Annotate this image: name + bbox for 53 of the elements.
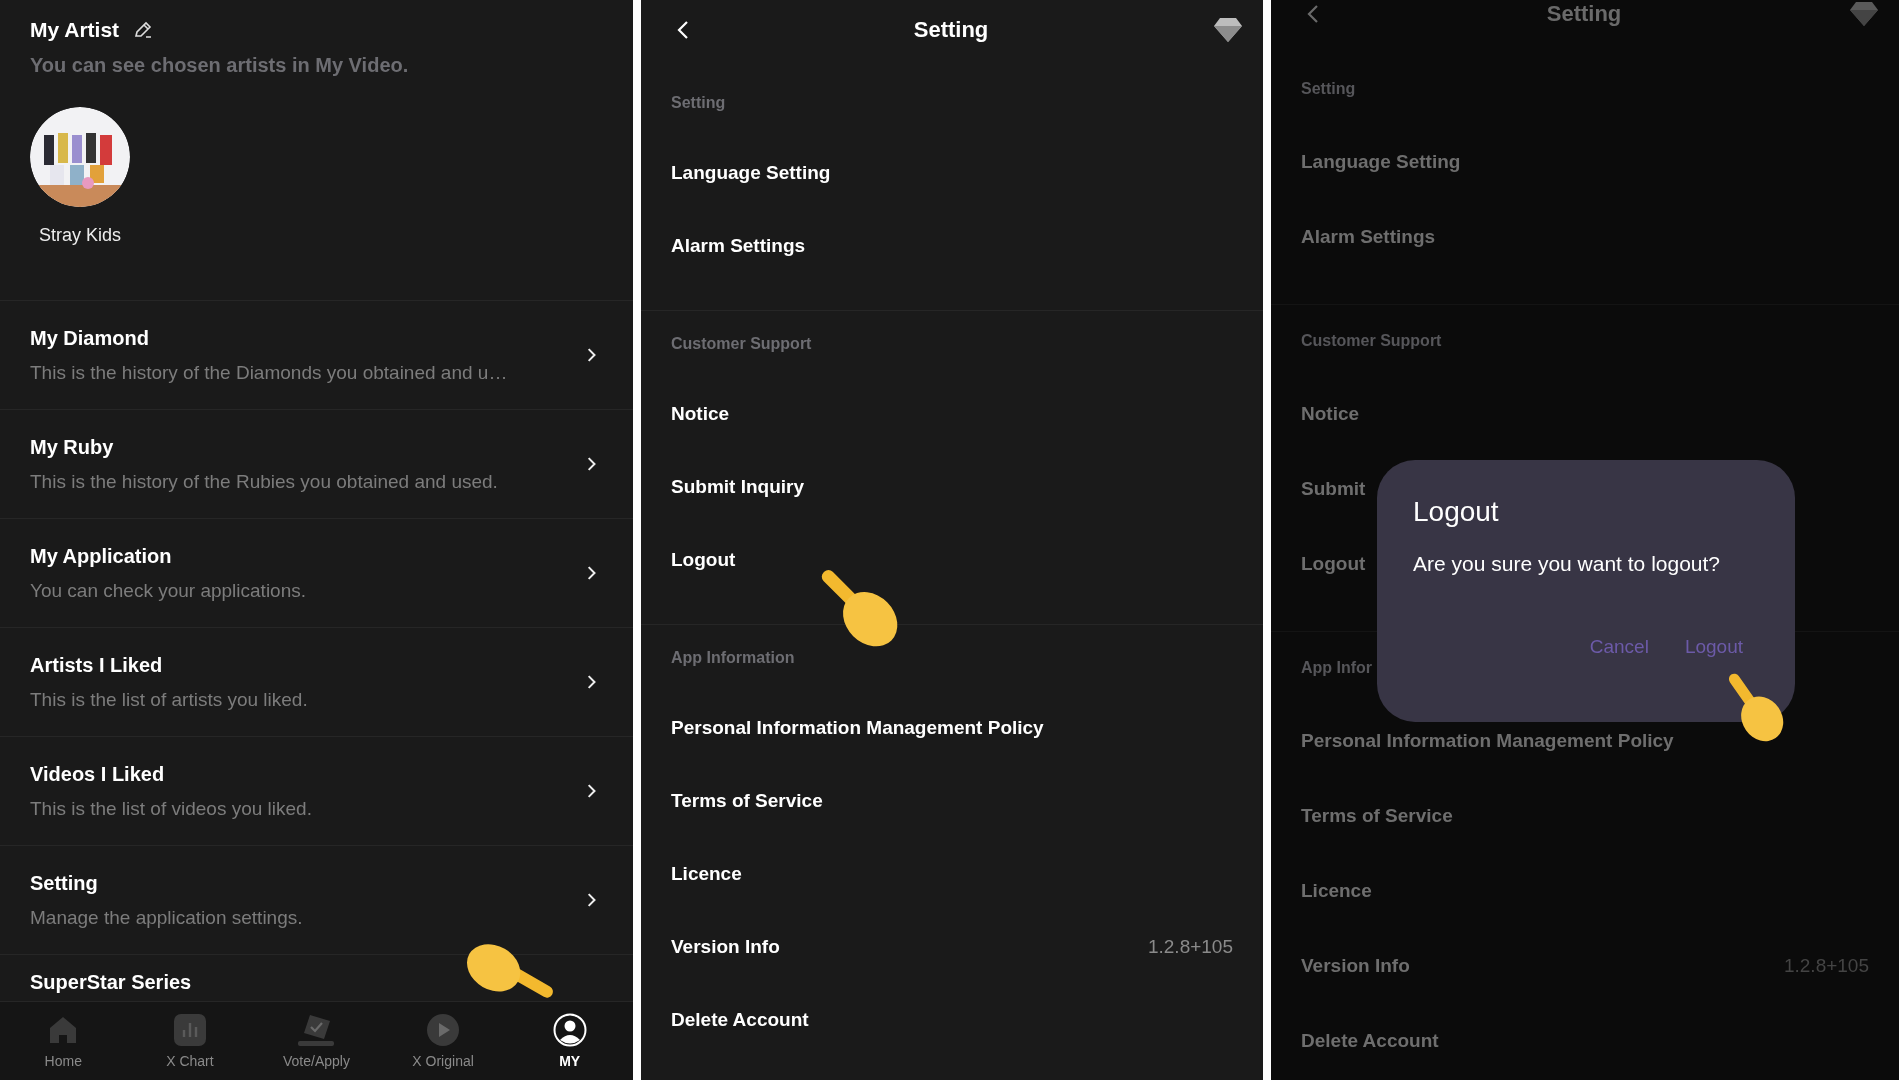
bar-chart-icon <box>172 1013 207 1047</box>
menu-item[interactable]: Artists I Liked This is the list of artists you liked. <box>0 628 633 737</box>
settings-item[interactable]: Logout <box>671 523 1263 596</box>
settings-item[interactable]: Alarm Settings <box>671 209 1263 282</box>
nav-tab[interactable]: X Chart <box>134 1013 245 1069</box>
settings-item[interactable]: Licence <box>1301 853 1899 928</box>
diamond-icon[interactable] <box>1213 17 1243 43</box>
settings-item[interactable]: Personal Information Management Policy <box>671 691 1263 764</box>
settings-item[interactable]: Version Info 1.2.8+105 <box>1301 928 1899 1003</box>
menu-item-title[interactable]: SuperStar Series <box>0 955 222 994</box>
settings-item[interactable]: Notice <box>671 377 1263 450</box>
menu-item[interactable]: My Ruby This is the history of the Rubies you obtained and used. <box>0 410 633 519</box>
play-icon <box>426 1013 461 1047</box>
pencil-icon[interactable] <box>133 20 154 40</box>
ballot-icon <box>296 1013 337 1047</box>
settings-item[interactable]: Submit Inquiry <box>671 450 1263 523</box>
screen-title: Setting <box>1546 1 1622 27</box>
nav-tab[interactable]: MY <box>514 1013 625 1069</box>
menu-item[interactable]: Videos I Liked This is the list of videos you liked. <box>0 737 633 846</box>
profile-icon <box>552 1013 587 1047</box>
dialog-title: Logout <box>1413 496 1499 528</box>
chevron-right-icon <box>587 565 597 581</box>
chevron-right-icon <box>587 783 597 799</box>
section-heading: Customer Support <box>671 334 812 354</box>
settings-item[interactable]: Language Setting <box>1301 124 1899 199</box>
chevron-right-icon <box>587 892 597 908</box>
settings-item[interactable]: Alarm Settings <box>1301 199 1899 274</box>
nav-tab[interactable]: Home <box>8 1013 119 1069</box>
section-heading: Setting <box>671 93 726 113</box>
settings-item[interactable]: Delete Account <box>1301 1003 1899 1078</box>
settings-item[interactable]: Delete Account <box>671 983 1263 1056</box>
nav-tab[interactable]: Vote/Apply <box>261 1013 372 1069</box>
nav-tab[interactable]: X Original <box>388 1013 499 1069</box>
menu-item[interactable]: My Diamond This is the history of the Diamonds you obtained and u… <box>0 301 633 410</box>
section-heading: App Information <box>671 648 795 668</box>
chevron-right-icon <box>587 456 597 472</box>
menu-item[interactable]: My Application You can check your applications. <box>0 519 633 628</box>
settings-item[interactable]: Licence <box>671 837 1263 910</box>
artist-name: Stray Kids <box>39 225 121 246</box>
screen-title: Setting <box>913 17 989 43</box>
dialog-message: Are you sure you want to logout? <box>1413 552 1722 576</box>
settings-item[interactable]: Version Info 1.2.8+105 <box>671 910 1263 983</box>
chevron-right-icon <box>587 347 597 363</box>
settings-item[interactable]: Language Setting <box>671 136 1263 209</box>
section-heading: App Infor <box>1301 658 1373 678</box>
chevron-right-icon <box>587 674 597 690</box>
section-title: My Artist <box>30 18 120 42</box>
settings-item[interactable]: Notice <box>1301 376 1899 451</box>
settings-item[interactable]: Terms of Service <box>1301 778 1899 853</box>
section-subtitle: You can see chosen artists in My Video. <box>30 54 410 77</box>
section-heading: Customer Support <box>1301 331 1442 351</box>
settings-item[interactable]: Terms of Service <box>671 764 1263 837</box>
section-heading: Setting <box>1301 79 1356 99</box>
